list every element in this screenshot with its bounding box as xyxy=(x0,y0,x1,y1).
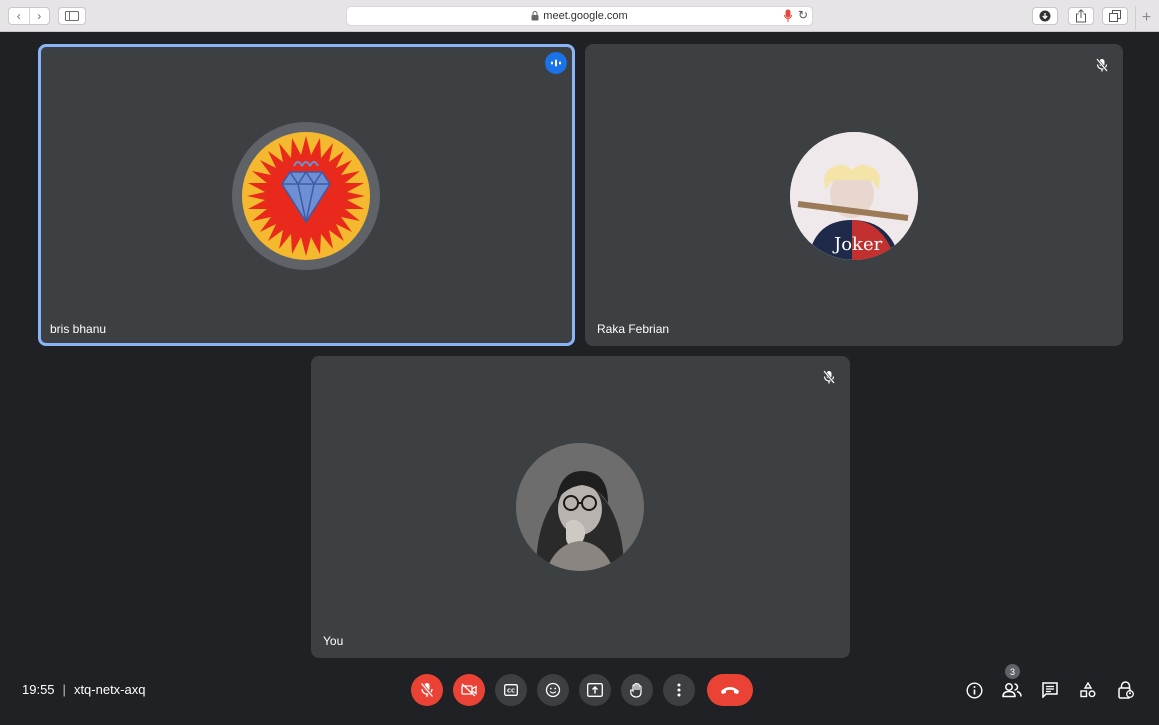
more-vertical-icon xyxy=(677,683,681,697)
reload-icon[interactable]: ↻ xyxy=(798,8,808,22)
participant-tile-you[interactable]: You xyxy=(311,356,850,658)
host-controls-button[interactable] xyxy=(1115,678,1137,702)
forward-button[interactable]: › xyxy=(28,8,50,24)
captions-button[interactable]: CC xyxy=(495,674,527,706)
more-options-button[interactable] xyxy=(663,674,695,706)
participant-name: bris bhanu xyxy=(50,322,107,336)
meeting-details-button[interactable] xyxy=(963,678,985,702)
chevron-right-icon: › xyxy=(37,9,42,23)
url-text: meet.google.com xyxy=(543,10,628,22)
people-button[interactable]: 3 xyxy=(1001,664,1023,702)
info-icon xyxy=(965,681,983,699)
meeting-time: 19:55 xyxy=(22,682,55,697)
meeting-info-separator: | xyxy=(62,682,66,697)
call-controls: CC xyxy=(411,674,753,706)
meeting-info: 19:55 | xtq-netx-axq xyxy=(22,682,145,697)
nav-buttons: ‹ › xyxy=(8,7,50,25)
svg-text:Joker: Joker xyxy=(832,234,883,255)
shapes-icon xyxy=(1080,682,1096,698)
browser-toolbar: ‹ › meet.google.com ↻ + xyxy=(0,0,1159,32)
avatar xyxy=(516,443,644,571)
profile-photo-image: Joker xyxy=(790,132,918,260)
meeting-code: xtq-netx-axq xyxy=(73,682,146,697)
mic-off-icon xyxy=(420,682,434,698)
hang-up-icon xyxy=(721,687,739,694)
present-screen-button[interactable] xyxy=(579,674,611,706)
emoji-icon xyxy=(545,682,561,698)
back-button[interactable]: ‹ xyxy=(9,8,29,24)
audio-level-icon xyxy=(551,59,561,67)
leave-call-button[interactable] xyxy=(707,674,753,706)
hand-icon xyxy=(630,682,642,698)
meeting-side-controls: 3 xyxy=(963,664,1137,702)
download-icon xyxy=(1039,10,1051,22)
downloads-button[interactable] xyxy=(1032,7,1058,25)
tabs-icon xyxy=(1109,10,1121,22)
sidebar-icon xyxy=(65,11,79,21)
speaking-indicator xyxy=(545,52,567,74)
sidebar-toggle-button[interactable] xyxy=(58,7,86,25)
raise-hand-button[interactable] xyxy=(621,674,653,706)
reactions-button[interactable] xyxy=(537,674,569,706)
chat-button[interactable] xyxy=(1039,678,1061,702)
participant-name: Raka Febrian xyxy=(597,322,670,336)
avatar xyxy=(232,122,380,270)
mic-off-icon xyxy=(1096,58,1108,72)
chat-icon xyxy=(1042,682,1058,698)
plus-icon: + xyxy=(1141,9,1152,26)
closed-captions-icon: CC xyxy=(504,684,518,696)
camera-off-icon xyxy=(461,683,477,697)
participant-name: You xyxy=(323,634,344,648)
avatar: Joker xyxy=(790,132,918,260)
camera-toggle-button[interactable] xyxy=(453,674,485,706)
microphone-toggle-button[interactable] xyxy=(411,674,443,706)
lock-person-icon xyxy=(1118,681,1134,699)
lock-icon xyxy=(531,11,539,21)
participant-count-badge: 3 xyxy=(1005,664,1020,679)
share-button[interactable] xyxy=(1068,7,1094,25)
microphone-icon[interactable] xyxy=(784,9,792,23)
svg-text:CC: CC xyxy=(507,688,515,694)
diamond-logo-image xyxy=(242,132,370,260)
present-screen-icon xyxy=(587,683,603,697)
profile-photo-image xyxy=(516,443,644,571)
tabs-overview-button[interactable] xyxy=(1102,7,1128,25)
participant-tile-bris-bhanu[interactable]: bris bhanu xyxy=(38,44,575,346)
muted-indicator xyxy=(1091,54,1113,76)
muted-indicator xyxy=(818,366,840,388)
mic-off-icon xyxy=(823,370,835,384)
people-icon xyxy=(1002,683,1022,698)
address-bar[interactable]: meet.google.com ↻ xyxy=(346,6,813,26)
participant-tile-raka-febrian[interactable]: Joker Raka Febrian xyxy=(585,44,1123,346)
new-tab-button[interactable]: + xyxy=(1135,6,1157,30)
share-icon xyxy=(1076,9,1086,23)
meeting-controls-bar: 19:55 | xtq-netx-axq CC 3 xyxy=(0,664,1159,725)
chevron-left-icon: ‹ xyxy=(16,9,21,23)
activities-button[interactable] xyxy=(1077,678,1099,702)
